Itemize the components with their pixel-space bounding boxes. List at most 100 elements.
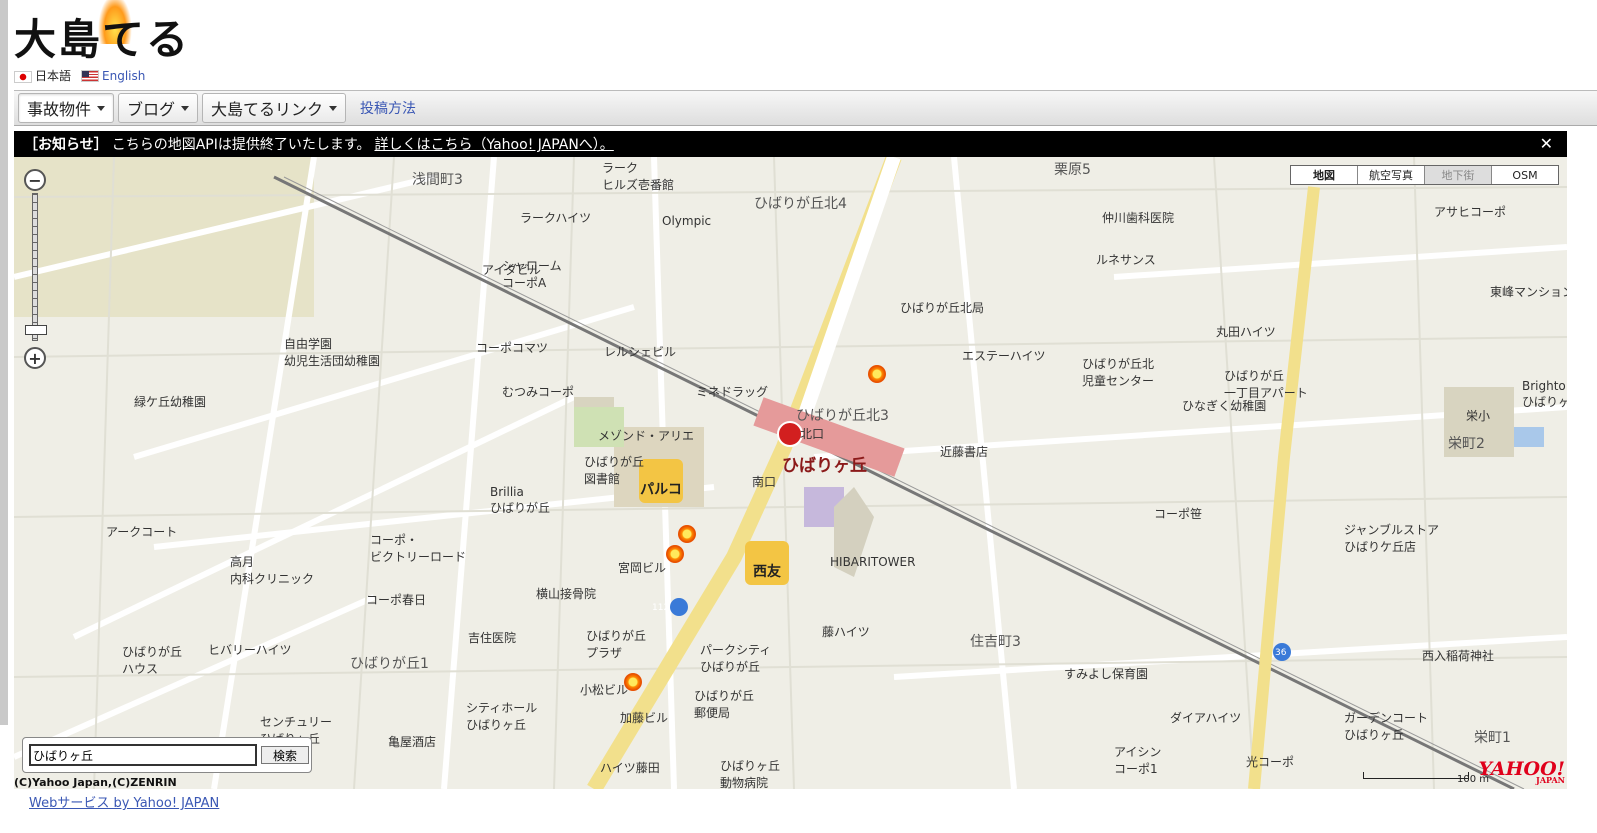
area-label: 栄町1 (1474, 730, 1511, 746)
poi-label: アイシン コーポ1 (1114, 745, 1162, 776)
poi-label: ルネサンス (1096, 253, 1156, 267)
poi-label: 近藤書店 (940, 445, 989, 459)
area-label: 栄町2 (1448, 436, 1485, 452)
yahoo-webservice-link[interactable]: Webサービス by Yahoo! JAPAN (29, 792, 219, 811)
nav-how-to-post[interactable]: 投稿方法 (360, 98, 416, 118)
caret-down-icon (329, 105, 338, 111)
poi-label: コーポ春日 (366, 593, 427, 607)
caret-down-icon (97, 105, 106, 111)
incident-flame-icon[interactable] (624, 673, 642, 691)
poi-label: ひばりが丘 一丁目アパート (1224, 369, 1308, 400)
poi-label: Brillia ひばりが丘 (490, 485, 551, 515)
poi-label: 南口 (752, 475, 777, 489)
zoom-control: − + (24, 169, 47, 369)
us-flag-icon (81, 70, 100, 82)
lang-english[interactable]: English (81, 69, 145, 83)
route-112-label: 112 (652, 603, 670, 613)
poi-label: コーポ・ ビクトリーロード (370, 533, 467, 564)
zoom-slider-thumb[interactable] (25, 325, 47, 335)
caret-down-icon (181, 105, 190, 111)
notice-text: こちらの地図APIは提供終了いたします。 (111, 137, 371, 153)
poi-label: HIBARITOWER (830, 555, 916, 569)
incident-flame-icon[interactable] (666, 545, 684, 563)
notice-link[interactable]: 詳しくはこちら（Yahoo! JAPANへ）。 (374, 134, 613, 154)
nav-blog[interactable]: ブログ (118, 93, 199, 123)
incident-flame-icon[interactable] (868, 365, 886, 383)
poi-label: エステーハイツ (962, 349, 1046, 363)
poi-label: ラークハイツ (520, 211, 592, 225)
poi-label: ひばりが丘 プラザ (586, 629, 647, 660)
lang-japanese[interactable]: 日本語 (14, 67, 71, 84)
poi-label: コーポ笹 (1154, 507, 1203, 521)
map-copyright: (C)Yahoo Japan,(C)ZENRIN (14, 776, 177, 789)
poi-label: コーポコマツ (476, 341, 549, 355)
map-canvas[interactable]: パルコ 西友 ひばりヶ丘 浅間町3 ひばりが丘北4 ひばりが丘北3 ひばりが丘1… (14, 157, 1567, 789)
poi-label: ダイアハイツ (1170, 711, 1242, 725)
poi-label: シティホール ひばりヶ丘 (466, 701, 538, 732)
poi-label: 栄小 (1466, 409, 1491, 423)
route-36-label: 36 (1275, 648, 1287, 658)
poi-label: ヒバリーハイツ (208, 643, 292, 657)
poi-label: 加藤ビル (620, 711, 669, 725)
poi-label: シャローム コーポA (502, 259, 562, 290)
poi-label: 光コーポ (1246, 755, 1295, 769)
poi-label: Olympic (662, 214, 712, 228)
poi-label: 緑ケ丘幼稚園 (134, 395, 207, 409)
poi-label: ひばりが丘 郵便局 (694, 689, 755, 720)
area-label: 浅間町3 (412, 172, 463, 188)
poi-label: 自由学園 幼児生活団幼稚園 (284, 337, 381, 368)
area-label: 住吉町3 (970, 634, 1021, 650)
maptype-map-button[interactable]: 地図 (1291, 166, 1357, 184)
maptype-underground-button[interactable]: 地下街 (1424, 166, 1491, 184)
poi-label: ジャンブルストア ひばりケ丘店 (1344, 523, 1440, 554)
zoom-slider-track[interactable] (32, 193, 38, 341)
search-input[interactable] (29, 744, 257, 766)
poi-label: メゾンド・アリエ (598, 429, 695, 443)
close-icon[interactable]: ✕ (1540, 134, 1553, 153)
poi-label: ラーク ヒルズ壱番館 (602, 161, 675, 192)
zoom-out-icon[interactable]: − (24, 169, 46, 191)
nav-jiko-bukken[interactable]: 事故物件 (18, 93, 115, 123)
incident-flame-icon[interactable] (678, 525, 696, 543)
poi-label: 横山接骨院 (536, 587, 597, 601)
yahoo-logo[interactable]: YAHOO! JAPAN (1479, 758, 1565, 785)
poi-label: 西入稲荷神社 (1422, 649, 1495, 663)
poi-label: レルシェビル (604, 345, 677, 359)
scale-bar (1363, 772, 1469, 779)
flame-icon: て (98, 0, 146, 67)
site-logo[interactable]: 大島てる (14, 0, 190, 67)
poi-label: Brighto ひばりヶ (1522, 379, 1567, 409)
area-label: 栗原5 (1054, 162, 1091, 178)
poi-label: ミネドラッグ (696, 385, 769, 399)
map-type-switcher: 地図 航空写真 地下街 OSM (1290, 165, 1559, 185)
poi-label: パークシティ ひばりが丘 (700, 643, 772, 674)
poi-label: ひばりが丘北局 (900, 301, 985, 315)
poi-label: 丸田ハイツ (1216, 325, 1276, 339)
seiyu-store-icon[interactable]: 西友 (745, 541, 789, 585)
jp-flag-icon (14, 70, 32, 83)
poi-label: ガーデンコート ひばりヶ丘 (1344, 711, 1429, 742)
poi-label: 藤ハイツ (822, 625, 870, 639)
notice-tag: ［お知らせ］ (24, 137, 108, 153)
notice-banner: ［お知らせ］ こちらの地図APIは提供終了いたします。 詳しくはこちら（Yaho… (14, 131, 1567, 157)
poi-label: 亀屋酒店 (388, 735, 437, 749)
poi-label: むつみコーポ (502, 385, 575, 399)
poi-label: ひばりヶ丘 動物病院 (720, 759, 781, 789)
poi-label: アサヒコーポ (1434, 205, 1507, 219)
poi-label: すみよし保育園 (1064, 667, 1149, 681)
parco-store-icon[interactable]: パルコ (639, 459, 683, 503)
maptype-aerial-button[interactable]: 航空写真 (1357, 166, 1424, 184)
poi-label: 小松ビル (580, 683, 629, 697)
poi-label: ハイツ藤田 (600, 761, 660, 775)
area-label: ひばりが丘北4 (754, 196, 847, 212)
main-nav: 事故物件 ブログ 大島てるリンク 投稿方法 (14, 90, 1597, 126)
zoom-in-icon[interactable]: + (24, 347, 46, 369)
station-label[interactable]: ひばりヶ丘 (782, 451, 867, 476)
poi-label: 北口 (800, 427, 825, 441)
poi-label: ひばりが丘 図書館 (584, 455, 645, 486)
nav-links[interactable]: 大島てるリンク (202, 93, 347, 123)
search-button[interactable]: 検索 (261, 746, 309, 764)
maptype-osm-button[interactable]: OSM (1491, 166, 1558, 184)
poi-label: 高月 内科クリニック (230, 555, 315, 586)
map-search: 検索 (22, 737, 312, 773)
